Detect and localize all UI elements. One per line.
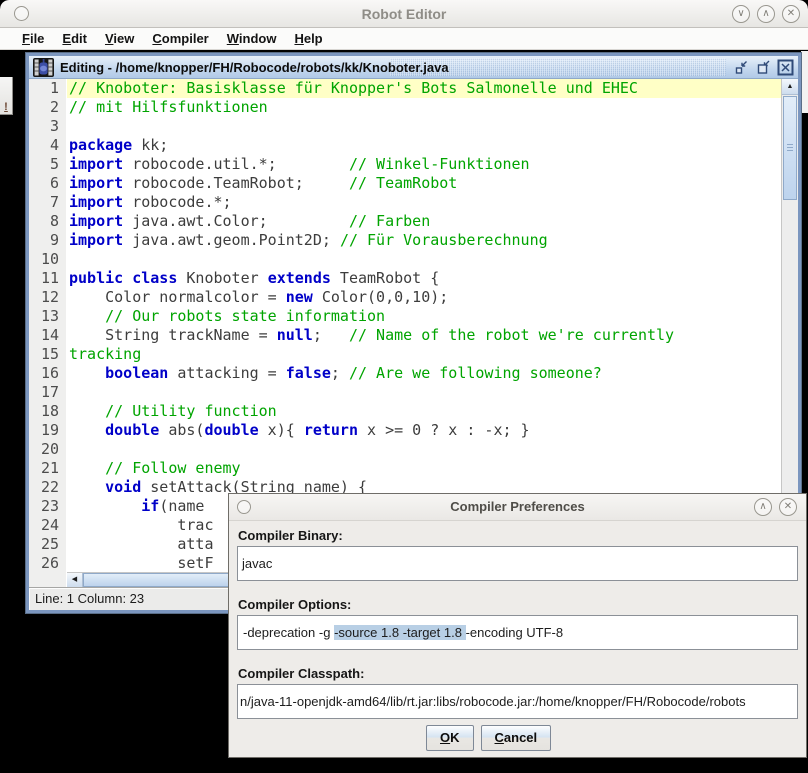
background-window-sliver-right bbox=[801, 51, 808, 113]
line-number: 12 bbox=[29, 288, 66, 307]
options-text-after: -encoding UTF-8 bbox=[466, 625, 564, 640]
frame-maximize-icon[interactable] bbox=[755, 59, 772, 76]
line-number: 6 bbox=[29, 174, 66, 193]
code-line[interactable] bbox=[67, 117, 781, 136]
editor-frame-titlebar[interactable]: Editing - /home/knopper/FH/Robocode/robo… bbox=[29, 56, 798, 79]
code-line[interactable]: // mit Hilfsfunktionen bbox=[67, 98, 781, 117]
options-selected-text: -source 1.8 -target 1.8 bbox=[334, 625, 466, 640]
line-number: 3 bbox=[29, 117, 66, 136]
line-number: 26 bbox=[29, 554, 66, 573]
ok-button[interactable]: OK bbox=[426, 725, 474, 751]
code-line[interactable] bbox=[67, 383, 781, 402]
line-number: 7 bbox=[29, 193, 66, 212]
close-icon[interactable]: ✕ bbox=[782, 5, 800, 23]
menu-edit[interactable]: Edit bbox=[53, 28, 96, 49]
code-line[interactable]: boolean attacking = false; // Are we fol… bbox=[67, 364, 781, 383]
line-number: 9 bbox=[29, 231, 66, 250]
scroll-left-icon[interactable]: ◀ bbox=[67, 573, 83, 587]
robot-editor-window: Robot Editor ∨ ∧ ✕ File Edit View Compil… bbox=[0, 0, 808, 773]
options-text: -deprecation -g bbox=[243, 625, 334, 640]
menu-file[interactable]: File bbox=[13, 28, 53, 49]
code-line[interactable]: double abs(double x){ return x >= 0 ? x … bbox=[67, 421, 781, 440]
menubar: File Edit View Compiler Window Help bbox=[0, 28, 808, 50]
line-number: 10 bbox=[29, 250, 66, 269]
code-line[interactable]: package kk; bbox=[67, 136, 781, 155]
code-line[interactable]: public class Knoboter extends TeamRobot … bbox=[67, 269, 781, 288]
line-number: 17 bbox=[29, 383, 66, 402]
menu-help[interactable]: Help bbox=[285, 28, 331, 49]
code-line[interactable]: // Utility function bbox=[67, 402, 781, 421]
minimize-icon[interactable]: ∨ bbox=[732, 5, 750, 23]
line-number-gutter: 1234567891011121314151617181920212223242… bbox=[29, 79, 66, 587]
compiler-classpath-input[interactable]: n/java-11-openjdk-amd64/lib/rt.jar:libs/… bbox=[237, 684, 798, 719]
code-line[interactable]: String trackName = null; // Name of the … bbox=[67, 326, 781, 345]
compiler-options-label: Compiler Options: bbox=[238, 597, 351, 612]
menu-view[interactable]: View bbox=[96, 28, 143, 49]
cancel-button[interactable]: Cancel bbox=[481, 725, 552, 751]
line-number: 22 bbox=[29, 478, 66, 497]
code-line[interactable] bbox=[67, 440, 781, 459]
editor-frame-title: Editing - /home/knopper/FH/Robocode/robo… bbox=[60, 60, 449, 75]
line-number: 19 bbox=[29, 421, 66, 440]
compiler-preferences-dialog: Compiler Preferences ∧ ✕ Compiler Binary… bbox=[228, 493, 807, 758]
dialog-titlebar[interactable]: Compiler Preferences ∧ ✕ bbox=[229, 494, 806, 521]
line-number: 15 bbox=[29, 345, 66, 364]
line-number: 13 bbox=[29, 307, 66, 326]
dialog-close-icon[interactable]: ✕ bbox=[779, 498, 797, 516]
dialog-menu-button[interactable] bbox=[237, 500, 251, 514]
menu-compiler[interactable]: Compiler bbox=[143, 28, 217, 49]
line-number: 16 bbox=[29, 364, 66, 383]
code-line[interactable]: import java.awt.Color; // Farben bbox=[67, 212, 781, 231]
code-line[interactable]: import robocode.TeamRobot; // TeamRobot bbox=[67, 174, 781, 193]
code-line[interactable]: import java.awt.geom.Point2D; // Für Vor… bbox=[67, 231, 781, 250]
code-line[interactable]: // Our robots state information bbox=[67, 307, 781, 326]
main-titlebar: Robot Editor ∨ ∧ ✕ bbox=[0, 0, 808, 28]
line-number: 11 bbox=[29, 269, 66, 288]
compiler-classpath-label: Compiler Classpath: bbox=[238, 666, 364, 681]
line-number: 1 bbox=[29, 79, 66, 98]
dialog-shade-icon[interactable]: ∧ bbox=[754, 498, 772, 516]
vertical-scrollbar-thumb[interactable] bbox=[783, 96, 797, 200]
code-line[interactable]: // Follow enemy bbox=[67, 459, 781, 478]
robot-icon bbox=[33, 57, 54, 78]
scrollbar-grip bbox=[787, 144, 793, 152]
line-number: 21 bbox=[29, 459, 66, 478]
code-line[interactable]: import robocode.util.*; // Winkel-Funkti… bbox=[67, 155, 781, 174]
dialog-title: Compiler Preferences bbox=[229, 494, 806, 520]
line-number: 5 bbox=[29, 155, 66, 174]
maximize-icon[interactable]: ∧ bbox=[757, 5, 775, 23]
code-line[interactable] bbox=[67, 250, 781, 269]
frame-iconify-icon[interactable] bbox=[733, 59, 750, 76]
compiler-options-input[interactable]: -deprecation -g -source 1.8 -target 1.8 … bbox=[237, 615, 798, 650]
code-line[interactable]: // Knoboter: Basisklasse für Knopper's B… bbox=[67, 79, 781, 98]
line-number: 14 bbox=[29, 326, 66, 345]
menu-window[interactable]: Window bbox=[218, 28, 286, 49]
background-window-sliver: ! bbox=[0, 77, 13, 115]
line-number: 2 bbox=[29, 98, 66, 117]
code-line[interactable]: import robocode.*; bbox=[67, 193, 781, 212]
code-line[interactable]: Color normalcolor = new Color(0,0,10); bbox=[67, 288, 781, 307]
line-number: 8 bbox=[29, 212, 66, 231]
line-number: 20 bbox=[29, 440, 66, 459]
frame-controls bbox=[733, 59, 794, 76]
code-line[interactable]: tracking bbox=[67, 345, 781, 364]
line-number: 25 bbox=[29, 535, 66, 554]
line-number: 23 bbox=[29, 497, 66, 516]
line-number: 18 bbox=[29, 402, 66, 421]
compiler-binary-label: Compiler Binary: bbox=[238, 528, 343, 543]
frame-close-icon[interactable] bbox=[777, 59, 794, 76]
line-number: 4 bbox=[29, 136, 66, 155]
compiler-binary-input[interactable]: javac bbox=[237, 546, 798, 581]
line-number: 24 bbox=[29, 516, 66, 535]
window-title: Robot Editor bbox=[0, 0, 808, 28]
scroll-up-icon[interactable]: ▲ bbox=[782, 79, 798, 95]
dialog-button-row: OK Cancel bbox=[426, 725, 551, 751]
